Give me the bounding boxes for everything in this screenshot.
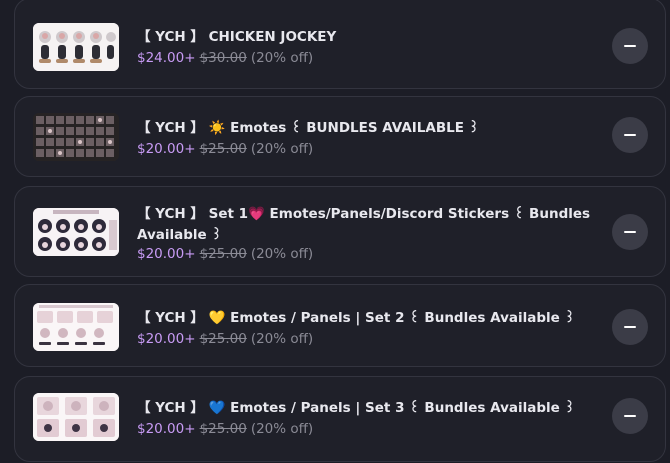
item-price: $20.00+ <box>137 331 196 347</box>
item-price-row: $20.00+ $25.00 (20% off) <box>137 330 313 348</box>
item-title[interactable]: 【 YCH 】 Set 1💗 Emotes/Panels/Discord Sti… <box>137 204 607 246</box>
item-price: $24.00+ <box>137 50 196 66</box>
item-original-price: $25.00 <box>199 421 247 437</box>
item-discount: (20% off) <box>250 421 314 437</box>
cart-item-list: 【 YCH 】 CHICKEN JOCKEY $24.00+ $30.00 (20%… <box>0 0 670 463</box>
minus-icon <box>624 45 636 47</box>
remove-item-button[interactable] <box>612 309 648 345</box>
product-thumbnail[interactable] <box>33 393 119 441</box>
item-price-row: $20.00+ $25.00 (20% off) <box>137 245 313 263</box>
item-price-row: $24.00+ $30.00 (20% off) <box>137 49 313 67</box>
product-thumbnail[interactable] <box>33 303 119 351</box>
item-price-row: $20.00+ $25.00 (20% off) <box>137 140 313 158</box>
cart-item: 【 YCH 】 CHICKEN JOCKEY $24.00+ $30.00 (20%… <box>14 0 666 89</box>
item-price: $20.00+ <box>137 421 196 437</box>
cart-item: 【 YCH 】 💛 Emotes / Panels | Set 2 ꒰ Bund… <box>14 284 666 367</box>
remove-item-button[interactable] <box>612 214 648 250</box>
item-title[interactable]: 【 YCH 】 ☀️ Emotes ꒰ BUNDLES AVAILABLE ꒱ <box>137 118 607 139</box>
minus-icon <box>624 134 636 136</box>
item-price-row: $20.00+ $25.00 (20% off) <box>137 420 313 438</box>
item-price: $20.00+ <box>137 141 196 157</box>
item-discount: (20% off) <box>250 50 314 66</box>
minus-icon <box>624 231 636 233</box>
product-thumbnail[interactable] <box>33 23 119 71</box>
item-title[interactable]: 【 YCH 】 💛 Emotes / Panels | Set 2 ꒰ Bund… <box>137 308 607 329</box>
item-price: $20.00+ <box>137 246 196 262</box>
item-original-price: $25.00 <box>199 331 247 347</box>
remove-item-button[interactable] <box>612 117 648 153</box>
item-title[interactable]: 【 YCH 】 💙 Emotes / Panels | Set 3 ꒰ Bund… <box>137 398 607 419</box>
item-discount: (20% off) <box>250 141 314 157</box>
minus-icon <box>624 326 636 328</box>
product-thumbnail[interactable] <box>33 113 119 161</box>
minus-icon <box>624 415 636 417</box>
item-discount: (20% off) <box>250 331 314 347</box>
remove-item-button[interactable] <box>612 398 648 434</box>
item-original-price: $30.00 <box>199 50 247 66</box>
item-title[interactable]: 【 YCH 】 CHICKEN JOCKEY <box>137 27 607 48</box>
item-discount: (20% off) <box>250 246 314 262</box>
cart-item: 【 YCH 】 Set 1💗 Emotes/Panels/Discord Sti… <box>14 186 666 277</box>
item-original-price: $25.00 <box>199 141 247 157</box>
cart-item: 【 YCH 】 💙 Emotes / Panels | Set 3 ꒰ Bund… <box>14 376 666 462</box>
product-thumbnail[interactable] <box>33 208 119 256</box>
item-original-price: $25.00 <box>199 246 247 262</box>
remove-item-button[interactable] <box>612 28 648 64</box>
cart-item: 【 YCH 】 ☀️ Emotes ꒰ BUNDLES AVAILABLE ꒱ … <box>14 96 666 177</box>
